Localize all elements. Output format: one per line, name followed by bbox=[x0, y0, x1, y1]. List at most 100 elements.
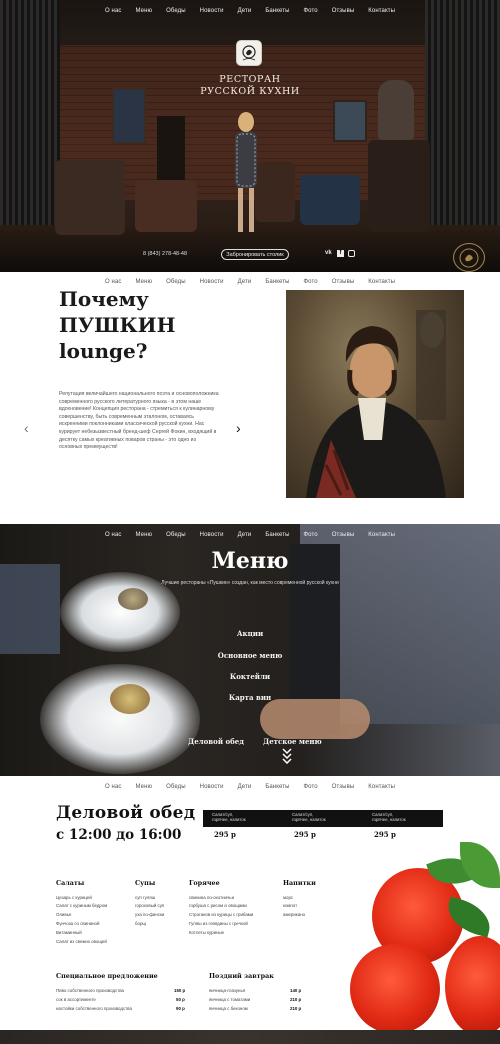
list-item: компот bbox=[283, 903, 298, 908]
category-salads: Салаты bbox=[56, 879, 85, 887]
list-item: Фунчоза со свининой bbox=[56, 921, 100, 926]
list-item-price: 140 р bbox=[290, 988, 302, 993]
list-item: яичница с беконом bbox=[209, 1006, 248, 1011]
nav-item-news[interactable]: Новости bbox=[193, 279, 231, 285]
nav-item-menu[interactable]: Меню bbox=[128, 532, 159, 538]
nav-item-contacts[interactable]: Контакты bbox=[361, 8, 402, 14]
hero-section: О нас Меню Обеды Новости Дети Банкеты Фо… bbox=[0, 0, 500, 272]
price-col-1-line2: горячее, напиток bbox=[212, 817, 246, 822]
nav-item-kids[interactable]: Дети bbox=[231, 279, 259, 285]
list-item: яичница с томатами bbox=[209, 997, 251, 1002]
list-item-price: 210 р bbox=[290, 997, 302, 1002]
list-item: Витаминный bbox=[56, 930, 82, 935]
nav-item-lunch[interactable]: Обеды bbox=[159, 8, 193, 14]
nav-item-news[interactable]: Новости bbox=[193, 8, 231, 14]
nav-item-photo[interactable]: Фото bbox=[297, 532, 325, 538]
tomato-slice-2 bbox=[350, 944, 440, 1034]
shelf bbox=[157, 116, 185, 186]
slider-next-arrow-icon[interactable]: › bbox=[236, 420, 241, 436]
nav-item-lunch[interactable]: Обеды bbox=[159, 532, 193, 538]
price-col-2-line2: горячее, напиток bbox=[292, 817, 326, 822]
nav-item-about[interactable]: О нас bbox=[98, 532, 128, 538]
list-item: сок в ассортименте bbox=[56, 997, 96, 1002]
main-nav-about: О нас Меню Обеды Новости Дети Банкеты Фо… bbox=[0, 279, 500, 285]
about-section: О нас Меню Обеды Новости Дети Банкеты Фо… bbox=[0, 272, 500, 524]
woman-figure bbox=[235, 112, 257, 232]
nav-item-photo[interactable]: Фото bbox=[297, 8, 325, 14]
nav-item-lunch[interactable]: Обеды bbox=[159, 784, 193, 790]
menu-title: Меню bbox=[211, 548, 289, 574]
pushkin-logo-icon bbox=[242, 45, 256, 61]
wall-painting-right bbox=[333, 100, 367, 142]
list-item: яичница-глазунья bbox=[209, 988, 246, 993]
list-item-price: 150 р bbox=[174, 988, 186, 993]
emblem-icon bbox=[459, 248, 479, 268]
list-item: Салат из свежих овощей bbox=[56, 939, 107, 944]
bg-person-left bbox=[0, 564, 60, 654]
nav-item-about[interactable]: О нас bbox=[98, 784, 128, 790]
armchair bbox=[135, 180, 197, 232]
list-item: Гуляш из говядины с гречкой bbox=[189, 921, 248, 926]
nav-item-photo[interactable]: Фото bbox=[297, 784, 325, 790]
wall-painting-left bbox=[112, 88, 146, 144]
menu-link-wine-list[interactable]: Карта вин bbox=[0, 693, 500, 702]
menu-link-cocktails[interactable]: Коктейли bbox=[0, 672, 500, 681]
nav-item-banquets[interactable]: Банкеты bbox=[258, 8, 296, 14]
scroll-down-chevrons-icon[interactable] bbox=[282, 748, 292, 764]
list-item: Цезарь с курицей bbox=[56, 895, 92, 900]
nav-item-news[interactable]: Новости bbox=[193, 532, 231, 538]
nav-item-kids[interactable]: Дети bbox=[231, 8, 259, 14]
book-table-button[interactable]: Забронировать столик bbox=[221, 249, 289, 260]
nav-item-banquets[interactable]: Банкеты bbox=[258, 784, 296, 790]
nav-item-lunch[interactable]: Обеды bbox=[159, 279, 193, 285]
list-item: горбуша с рисом и овощами bbox=[189, 903, 247, 908]
nav-item-about[interactable]: О нас bbox=[98, 279, 128, 285]
nav-item-banquets[interactable]: Банкеты bbox=[258, 279, 296, 285]
nav-item-reviews[interactable]: Отзывы bbox=[325, 532, 362, 538]
nav-item-kids[interactable]: Дети bbox=[231, 784, 259, 790]
nav-item-news[interactable]: Новости bbox=[193, 784, 231, 790]
list-item: борщ bbox=[135, 921, 147, 926]
about-title-line3: lounge? bbox=[59, 339, 148, 363]
list-item-price: 210 р bbox=[290, 1006, 302, 1011]
bg-chef-arm bbox=[260, 699, 370, 739]
price-col-3-price: 295 р bbox=[374, 830, 396, 839]
nav-item-kids[interactable]: Дети bbox=[231, 532, 259, 538]
nav-item-photo[interactable]: Фото bbox=[297, 279, 325, 285]
nav-item-menu[interactable]: Меню bbox=[128, 8, 159, 14]
nav-item-about[interactable]: О нас bbox=[98, 8, 128, 14]
vk-icon[interactable]: vk bbox=[325, 250, 332, 256]
menu-link-promotions[interactable]: Акции bbox=[0, 629, 500, 638]
phone-number[interactable]: 8 (843) 278-48-48 bbox=[143, 251, 187, 257]
price-col-3-line2: горячее, напиток bbox=[372, 817, 406, 822]
tomato-slice-3 bbox=[445, 936, 500, 1036]
nav-item-reviews[interactable]: Отзывы bbox=[325, 279, 362, 285]
business-lunch-section: О нас Меню Обеды Новости Дети Банкеты Фо… bbox=[0, 776, 500, 1044]
instagram-icon[interactable] bbox=[348, 250, 355, 257]
nav-item-contacts[interactable]: Контакты bbox=[361, 532, 402, 538]
price-col-2-price: 295 р bbox=[294, 830, 316, 839]
nav-item-reviews[interactable]: Отзывы bbox=[325, 784, 362, 790]
category-soups: Супы bbox=[135, 879, 156, 887]
nav-item-reviews[interactable]: Отзывы bbox=[325, 8, 362, 14]
main-nav-menu: О нас Меню Обеды Новости Дети Банкеты Фо… bbox=[0, 532, 500, 538]
nav-item-banquets[interactable]: Банкеты bbox=[258, 532, 296, 538]
list-item: морс bbox=[283, 895, 294, 900]
menu-link-main-menu[interactable]: Основное меню bbox=[0, 651, 500, 660]
list-item: свинина по-охотничьи bbox=[189, 895, 235, 900]
menu-link-kids-menu[interactable]: Детское меню bbox=[263, 737, 322, 746]
facebook-icon[interactable]: f bbox=[337, 250, 344, 257]
restaurant-logo[interactable] bbox=[236, 40, 262, 66]
price-col-2-desc: Салат/суп, горячее, напиток bbox=[292, 812, 326, 822]
menu-link-business-lunch[interactable]: Деловой обед bbox=[188, 737, 244, 746]
nav-item-contacts[interactable]: Контакты bbox=[361, 279, 402, 285]
nav-item-contacts[interactable]: Контакты bbox=[361, 784, 402, 790]
gold-emblem-badge bbox=[453, 243, 485, 272]
nav-item-menu[interactable]: Меню bbox=[128, 784, 159, 790]
dish-food-top bbox=[118, 588, 148, 610]
slider-prev-arrow-icon[interactable]: ‹ bbox=[24, 420, 29, 436]
chairs-right bbox=[368, 140, 430, 232]
category-drinks: Напитки bbox=[283, 879, 316, 887]
portrait-painting bbox=[306, 310, 446, 498]
nav-item-menu[interactable]: Меню bbox=[128, 279, 159, 285]
